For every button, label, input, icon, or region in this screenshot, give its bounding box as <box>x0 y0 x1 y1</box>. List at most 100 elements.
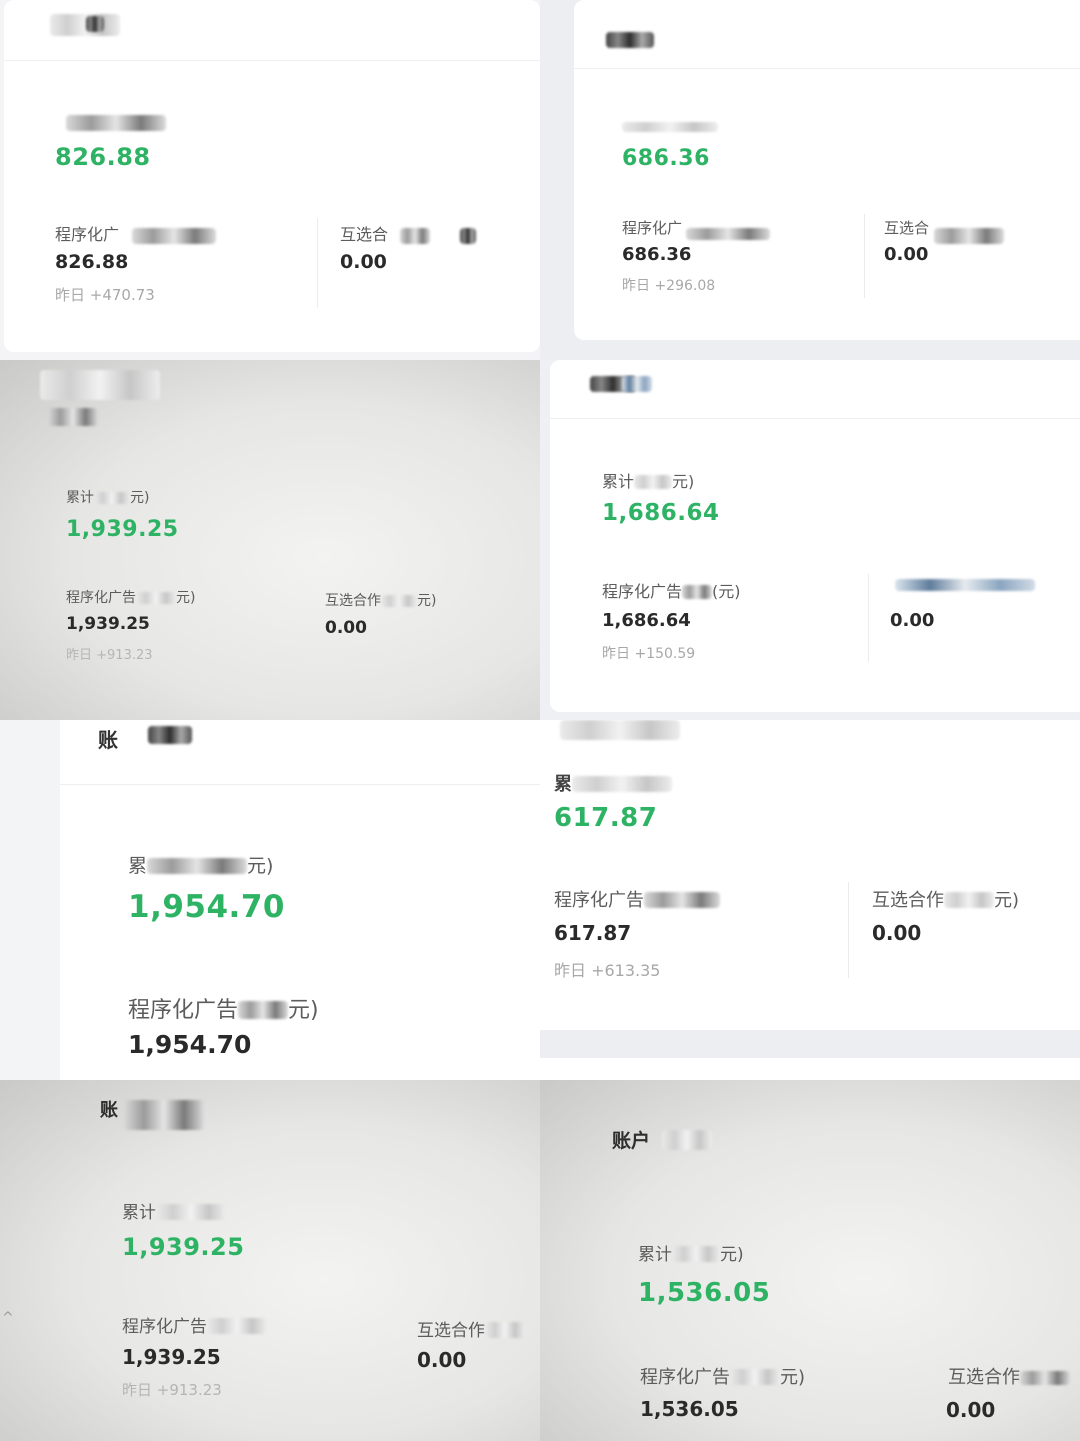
mutual-selection-label-text: 互选合作 <box>872 890 944 911</box>
mutual-selection-value: 0.00 <box>340 251 387 273</box>
label-redacted <box>207 1318 267 1334</box>
programmatic-ad-label: 程序化广 <box>622 219 683 237</box>
account-header: 账户 <box>612 1130 651 1152</box>
total-amount: 686.36 <box>622 146 710 171</box>
programmatic-ad-value: 1,536.05 <box>640 1397 739 1421</box>
programmatic-ad-label: 程序化广告 元) <box>640 1363 805 1389</box>
column-divider <box>317 218 318 308</box>
total-label: 累计 元) <box>602 468 694 492</box>
account-header-redacted <box>86 16 104 32</box>
account-header-redacted <box>124 1100 204 1130</box>
label-redacted <box>572 776 672 792</box>
programmatic-ad-label-text: 程序化广告 <box>554 890 644 911</box>
earnings-card: 826.88 程序化广 826.88 昨日 +470.73 互选合 0.00 <box>4 0 540 352</box>
label-redacted <box>381 595 417 607</box>
chevron-up-icon: ^ <box>2 1310 14 1326</box>
programmatic-ad-yesterday: 昨日 +296.08 <box>622 278 716 294</box>
programmatic-ad-label-text: 程序化广告 <box>122 1317 207 1337</box>
screenshot-tile-3: 累计 元) 1,939.25 程序化广告 元) 1,939.25 昨日 +913.2… <box>0 360 540 720</box>
label-redacted <box>132 228 216 244</box>
total-label-tail: 元) <box>247 855 274 877</box>
total-amount: 826.88 <box>55 143 151 171</box>
programmatic-ad-label-tail: 元) <box>780 1367 806 1388</box>
mutual-selection-value: 0.00 <box>884 244 929 265</box>
programmatic-ad-yesterday: 昨日 +150.59 <box>602 646 696 662</box>
mutual-selection-label: 互选合作 元) <box>325 590 436 610</box>
total-label: 累计 <box>122 1198 226 1223</box>
programmatic-ad-value: 686.36 <box>622 244 692 265</box>
header-divider <box>550 418 1080 419</box>
earnings-card: 账 累元) 1,954.70 程序化广告 元) 1,954.70 <box>60 720 540 1080</box>
label-redacted <box>944 892 994 908</box>
label-redacted <box>686 228 770 240</box>
label-redacted <box>682 585 713 599</box>
programmatic-ad-value: 826.88 <box>55 251 129 273</box>
programmatic-ad-label: 程序化广 <box>55 225 120 244</box>
programmatic-ad-label: 程序化广告 (元) <box>602 578 741 602</box>
label-redacted <box>460 228 476 244</box>
page-footer-band <box>540 1030 1080 1058</box>
programmatic-ad-label-tail: 元) <box>288 998 319 1023</box>
mutual-selection-value: 0.00 <box>872 921 922 945</box>
programmatic-ad-label-text: 程序化广告 <box>128 998 239 1023</box>
mutual-selection-label-text: 互选合作 <box>948 1367 1020 1388</box>
label-redacted <box>238 1001 289 1019</box>
header-redacted <box>560 720 680 740</box>
total-amount: 617.87 <box>554 803 658 833</box>
mutual-selection-label-tail: 元) <box>994 890 1020 911</box>
mutual-selection-label-tail: 元) <box>417 593 437 609</box>
account-header-redacted <box>50 14 120 36</box>
screenshot-tile-6: 累 617.87 程序化广告 617.87 昨日 +613.35 互选合作 元) … <box>540 720 1080 1080</box>
label-redacted <box>156 1204 226 1220</box>
programmatic-ad-value: 1,954.70 <box>128 1030 252 1059</box>
programmatic-ad-yesterday: 昨日 +913.23 <box>122 1381 222 1399</box>
programmatic-ad-label-text: 程序化广告 <box>640 1367 730 1388</box>
account-header: 账 <box>98 728 118 752</box>
total-amount: 1,954.70 <box>128 889 285 925</box>
screenshot-tile-1: 826.88 程序化广 826.88 昨日 +470.73 互选合 0.00 <box>0 0 540 360</box>
total-label-redacted <box>622 122 718 132</box>
mutual-selection-value: 0.00 <box>946 1398 996 1422</box>
total-label: 累 <box>554 770 672 796</box>
total-label: 累计 元) <box>66 487 149 507</box>
mutual-selection-label: 互选合 <box>884 219 930 237</box>
programmatic-ad-label-tail: 元) <box>176 590 196 606</box>
programmatic-ad-yesterday: 昨日 +913.23 <box>66 648 153 663</box>
screenshot-tile-8: 账户 累计 元) 1,536.05 程序化广告 元) 1,536.05 互选合作 0… <box>540 1080 1080 1441</box>
screenshot-tile-2: 686.36 程序化广 686.36 昨日 +296.08 互选合 0.00 <box>540 0 1080 360</box>
account-header-redacted <box>662 1130 712 1150</box>
mutual-selection-label-redacted <box>895 579 1035 591</box>
mutual-selection-value: 0.00 <box>325 618 367 638</box>
mutual-selection-label: 互选合作 元) <box>872 886 1019 912</box>
label-redacted <box>136 592 176 604</box>
total-amount: 1,536.05 <box>638 1278 771 1308</box>
header-divider <box>4 60 540 61</box>
total-label: 累 元) <box>128 851 273 878</box>
total-label-tail: 元) <box>672 472 695 491</box>
label-redacted <box>147 858 248 874</box>
header-divider <box>60 784 540 785</box>
programmatic-ad-label-tail: (元) <box>712 582 741 601</box>
mutual-selection-label: 互选合作 <box>417 1316 525 1341</box>
column-divider <box>868 574 869 662</box>
programmatic-ad-label-text: 程序化广告 <box>66 590 136 606</box>
total-label-tail: 元) <box>720 1245 744 1265</box>
label-redacted <box>644 892 720 908</box>
header-divider <box>574 68 1080 69</box>
screenshot-tile-4: 累计 元) 1,686.64 程序化广告 (元) 1,686.64 昨日 +150.… <box>540 360 1080 720</box>
mutual-selection-label-text: 互选合作 <box>325 593 381 609</box>
programmatic-ad-value: 1,939.25 <box>66 614 150 634</box>
label-redacted <box>934 228 1004 244</box>
mutual-selection-label-text: 互选合作 <box>417 1321 485 1341</box>
total-label-redacted <box>66 115 166 131</box>
programmatic-ad-value: 1,939.25 <box>122 1345 221 1369</box>
earnings-card: 686.36 程序化广 686.36 昨日 +296.08 互选合 0.00 <box>574 0 1080 340</box>
label-redacted <box>400 228 430 244</box>
label-redacted <box>672 1246 720 1262</box>
mutual-selection-label: 互选合 <box>340 225 389 244</box>
mutual-selection-value: 0.00 <box>417 1348 467 1372</box>
total-amount: 1,939.25 <box>66 517 179 542</box>
label-redacted <box>94 492 130 504</box>
label-redacted <box>1020 1371 1070 1385</box>
label-redacted <box>730 1369 780 1385</box>
